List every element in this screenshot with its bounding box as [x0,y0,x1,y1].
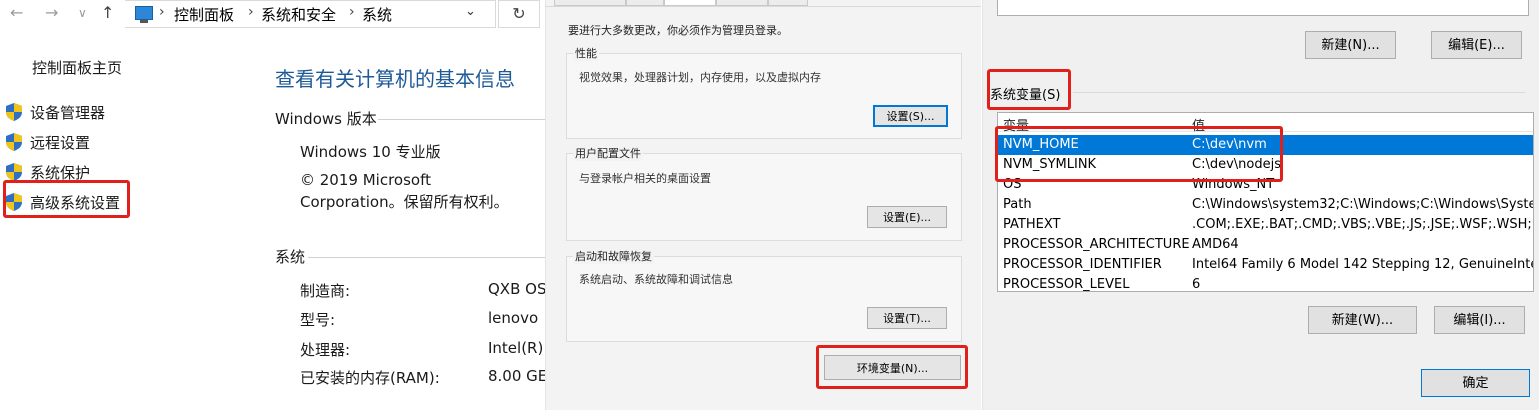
table-row[interactable]: PATHEXT .COM;.EXE;.BAT;.CMD;.VBS;.VBE;.J… [998,215,1533,235]
model-value: lenovo [488,309,539,327]
user-var-edit-button[interactable]: 编辑(E)... [1431,31,1522,59]
system-group-label: 系统 [275,248,306,266]
admin-note: 要进行大多数更改，你必须作为管理员登录。 [568,24,788,37]
var-value: Intel64 Family 6 Model 142 Stepping 12, … [1192,257,1534,272]
sidebar-item-device-manager[interactable]: 设备管理器 [6,100,105,124]
model-label: 型号: [300,311,336,329]
breadcrumb-system-security[interactable]: 系统和安全 [261,4,336,25]
page-title: 查看有关计算机的基本信息 [275,67,515,91]
system-var-new-button[interactable]: 新建(W)... [1308,306,1417,334]
uac-shield-icon [6,133,22,151]
system-properties-dialog: 要进行大多数更改，你必须作为管理员登录。 性能 视觉效果，处理器计划，内存使用，… [545,0,981,410]
refresh-icon: ↻ [512,4,526,23]
var-name: PROCESSOR_IDENTIFIER [1003,257,1162,272]
group-divider [1073,92,1525,93]
startup-recovery-settings-button[interactable]: 设置(T)... [867,307,947,329]
processor-value: Intel(R) [488,339,544,357]
var-name: PROCESSOR_ARCHITECTURE [1003,237,1190,252]
sidebar-item-label: 设备管理器 [30,103,106,122]
user-profiles-group-title: 用户配置文件 [573,145,643,161]
startup-recovery-group-title: 启动和故障恢复 [573,248,654,264]
tab-advanced[interactable] [664,0,716,6]
up-arrow-icon[interactable]: ↑ [101,3,114,22]
var-value: AMD64 [1192,237,1239,252]
manufacturer-value: QXB OS [488,280,545,298]
sidebar-item-label: 远程设置 [30,133,91,152]
table-row[interactable]: Path C:\Windows\system32;C:\Windows;C:\W… [998,195,1533,215]
user-variables-list[interactable] [997,0,1529,16]
var-name: PATHEXT [1003,217,1061,232]
user-profiles-settings-button[interactable]: 设置(E)... [867,206,947,228]
tab-hardware[interactable] [626,0,664,6]
group-divider [308,257,545,258]
address-dropdown-chevron-icon[interactable]: ⌄ [465,4,476,19]
chevron-right-icon: › [248,4,254,20]
performance-group-title: 性能 [573,45,599,61]
var-value: .COM;.EXE;.BAT;.CMD;.VBS;.VBE;.JS;.JSE;.… [1192,217,1534,232]
environment-variables-dialog: 新建(N)... 编辑(E)... 系统变量(S) 变量 值 NVM_HOME … [982,0,1539,410]
ok-button[interactable]: 确定 [1421,369,1530,397]
group-divider [378,119,545,120]
address-path-box[interactable]: › 控制面板 › 系统和安全 › 系统 ⌄ [125,0,496,28]
chevron-right-icon: › [159,4,165,20]
user-var-new-button[interactable]: 新建(N)... [1305,31,1396,59]
user-profiles-desc: 与登录帐户相关的桌面设置 [579,172,711,185]
windows-edition-group-label: Windows 版本 [275,110,377,128]
var-name: Path [1003,197,1032,212]
processor-label: 处理器: [300,341,351,359]
copyright-line-2: Corporation。保留所有权利。 [300,193,509,211]
breadcrumb-system[interactable]: 系统 [362,4,392,25]
highlight-box-env-button [816,345,968,389]
user-profiles-group: 用户配置文件 与登录帐户相关的桌面设置 设置(E)... [566,145,962,241]
chevron-right-icon: › [349,4,355,20]
control-panel-home-link[interactable]: 控制面板主页 [32,57,122,78]
highlight-box-nvm-rows [995,126,1283,182]
table-row[interactable]: PROCESSOR_LEVEL 6 [998,275,1533,292]
startup-recovery-desc: 系统启动、系统故障和调试信息 [579,273,733,286]
tab-remote[interactable] [768,0,808,6]
highlight-box-system-vars-label [987,69,1071,110]
startup-recovery-group: 启动和故障恢复 系统启动、系统故障和调试信息 设置(T)... [566,248,962,342]
performance-desc: 视觉效果，处理器计划，内存使用，以及虚拟内存 [579,71,821,84]
var-value: 6 [1192,277,1201,292]
uac-shield-icon [6,163,22,181]
table-row[interactable]: PROCESSOR_ARCHITECTURE AMD64 [998,235,1533,255]
manufacturer-label: 制造商: [300,282,351,300]
control-panel-system-window: ← → ∨ ↑ › 控制面板 › 系统和安全 › 系统 ⌄ ↻ 控制面板主页 设… [0,0,545,410]
ram-value: 8.00 GE [488,367,545,385]
tab-system-protection[interactable] [716,0,768,6]
uac-shield-icon [6,103,22,121]
highlight-box-advanced-settings [3,180,130,218]
copyright-line-1: © 2019 Microsoft [300,171,431,189]
recent-locations-chevron-icon[interactable]: ∨ [78,6,87,20]
tab-computer-name[interactable] [554,0,626,6]
performance-settings-button[interactable]: 设置(S)... [873,105,948,127]
performance-group: 性能 视觉效果，处理器计划，内存使用，以及虚拟内存 设置(S)... [566,45,962,139]
windows-edition-value: Windows 10 专业版 [300,143,441,161]
sidebar-item-remote-settings[interactable]: 远程设置 [6,130,90,154]
control-panel-icon [135,6,153,23]
tab-strip [546,0,981,7]
var-value: C:\Windows\system32;C:\Windows;C:\Window… [1192,197,1534,212]
breadcrumb-control-panel[interactable]: 控制面板 [174,4,234,25]
forward-arrow-icon[interactable]: → [45,3,58,22]
back-arrow-icon[interactable]: ← [10,3,23,22]
refresh-button[interactable]: ↻ [498,0,540,28]
system-var-edit-button[interactable]: 编辑(I)... [1434,306,1525,334]
table-row[interactable]: PROCESSOR_IDENTIFIER Intel64 Family 6 Mo… [998,255,1533,275]
address-bar: ← → ∨ ↑ › 控制面板 › 系统和安全 › 系统 ⌄ ↻ [0,0,545,28]
ram-label: 已安装的内存(RAM): [300,369,440,387]
var-name: PROCESSOR_LEVEL [1003,277,1130,292]
